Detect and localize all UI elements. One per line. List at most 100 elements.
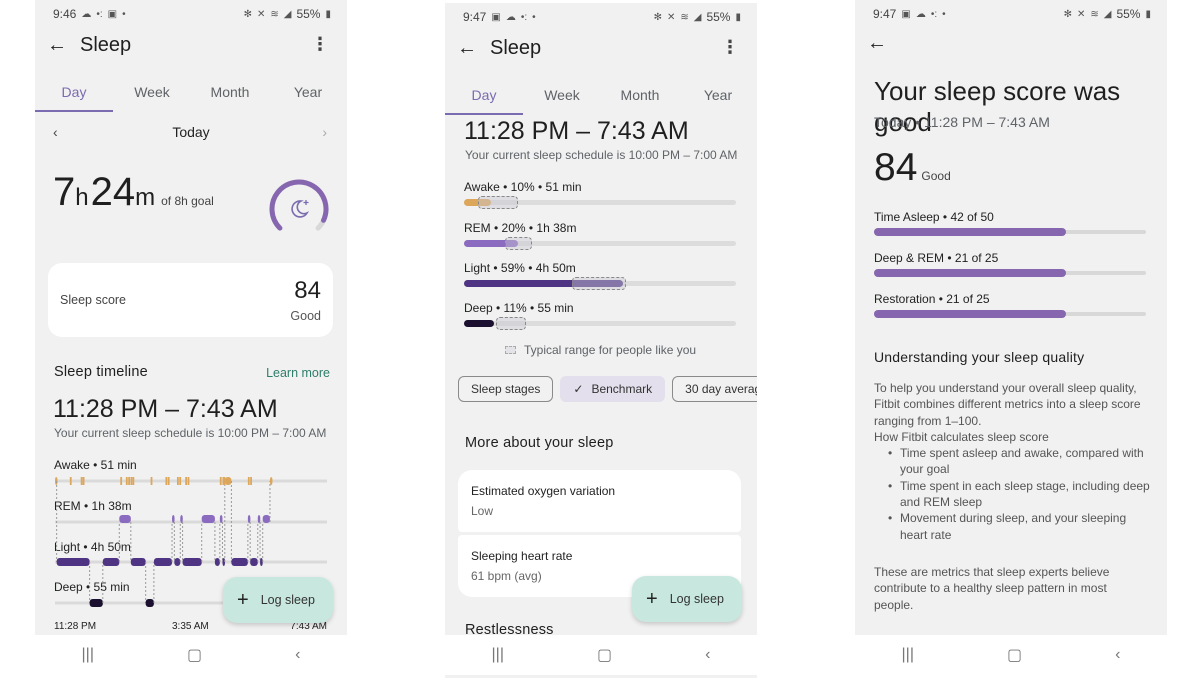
score-component-row: Time Asleep • 42 of 50 (874, 210, 1146, 236)
hours-unit: h (75, 184, 89, 211)
chip-30-day-average[interactable]: 30 day averag (672, 376, 757, 402)
recents-icon[interactable]: ||| (902, 646, 914, 664)
typical-range-legend: Typical range for people like you (505, 343, 696, 357)
recents-icon[interactable]: ||| (492, 646, 504, 664)
hypnogram-awake-tick (125, 477, 128, 485)
metric-value: Low (471, 504, 494, 518)
dots-icon: •: (520, 11, 528, 23)
sleep-benchmark-screen: 9:47 ▣ ☁ •: • ✻ ✕ ≋ ◢ 55% ▮ ← Sleep ⋮ Day Week Mo… (445, 3, 757, 678)
battery-level: 55% (296, 7, 321, 21)
system-nav-bar: ||| ▢ ‹ (35, 635, 347, 675)
more-about-sleep-title: More about your sleep (465, 435, 614, 451)
more-options-icon[interactable]: ⋮ (311, 34, 329, 55)
tab-week[interactable]: Week (113, 76, 191, 112)
hypnogram-segment-awake (269, 477, 273, 485)
learn-more-link[interactable]: Learn more (266, 366, 330, 380)
benchmark-row: Light • 59% • 4h 50m (464, 261, 736, 290)
cloud-icon: ☁ (505, 11, 516, 23)
typical-range-swatch (505, 346, 516, 354)
status-bar: 9:47 ▣ ☁ •: • ✻ ✕ ≋ ◢ 55% ▮ (463, 9, 741, 25)
sleep-score-value: 84 (294, 277, 321, 304)
tab-year[interactable]: Year (679, 79, 757, 115)
typical-range-text: Typical range for people like you (524, 343, 697, 357)
benchmark-label: REM • 20% • 1h 38m (464, 221, 577, 235)
app-title: Sleep (80, 34, 132, 56)
hypnogram-segment-light (174, 558, 181, 566)
log-sleep-label: Log sleep (669, 592, 724, 606)
tab-week[interactable]: Week (523, 79, 601, 115)
metric-name: Sleeping heart rate (471, 549, 573, 563)
benchmark-fill (464, 320, 494, 327)
hypnogram-segment-light (102, 558, 120, 566)
back-icon[interactable]: ‹ (1115, 646, 1120, 664)
tab-year[interactable]: Year (269, 76, 347, 112)
recents-icon[interactable]: ||| (82, 646, 94, 664)
image-icon: ▣ (491, 11, 501, 23)
benchmark-row: Awake • 10% • 51 min (464, 180, 736, 209)
tab-month[interactable]: Month (601, 79, 679, 115)
previous-day-chevron-icon[interactable]: ‹ (53, 124, 58, 140)
minutes-unit: m (135, 184, 156, 211)
signal-icon: ◢ (693, 11, 702, 23)
hypnogram-segment-light (214, 558, 220, 566)
hypnogram-awake-tick (120, 477, 123, 485)
sleep-timeline-title: Sleep timeline (54, 364, 148, 380)
sleep-score: 84 Good (874, 146, 951, 190)
back-icon[interactable]: ‹ (295, 646, 300, 664)
hypnogram-segment-rem (180, 515, 183, 523)
sleep-score-card[interactable]: Sleep score 84 Good (48, 263, 333, 337)
explanation-body: To help you understand your overall slee… (874, 380, 1154, 543)
back-arrow-icon[interactable]: ← (867, 32, 887, 55)
back-arrow-icon[interactable]: ← (457, 37, 477, 60)
typical-range-marker (496, 317, 527, 330)
status-bar: 9:46 ☁ •: ▣ • ✻ ✕ ≋ ◢ 55% ▮ (53, 6, 331, 22)
hypnogram-awake-tick (150, 477, 153, 485)
cloud-icon: ☁ (81, 8, 92, 20)
metric-name: Estimated oxygen variation (471, 484, 616, 498)
hypnogram-segment-rem (201, 515, 215, 523)
view-chips: Sleep stages ✓ Benchmark 30 day averag (458, 376, 757, 402)
benchmark-row: REM • 20% • 1h 38m (464, 221, 736, 250)
explanation-footer: These are metrics that sleep experts bel… (874, 565, 1110, 612)
hypnogram-segment-rem (247, 515, 251, 523)
tab-month[interactable]: Month (191, 76, 269, 112)
oxygen-variation-card[interactable]: Estimated oxygen variation Low (458, 470, 741, 532)
home-icon[interactable]: ▢ (187, 645, 202, 665)
system-nav-bar: ||| ▢ ‹ (855, 635, 1167, 675)
more-options-icon[interactable]: ⋮ (721, 37, 739, 58)
tab-day[interactable]: Day (445, 79, 523, 115)
hypnogram-awake-tick (130, 477, 133, 485)
app-bar: ← Sleep ⋮ (445, 33, 757, 67)
back-icon[interactable]: ‹ (705, 646, 710, 664)
cloud-icon: ☁ (915, 8, 926, 20)
back-arrow-icon[interactable]: ← (47, 34, 67, 57)
check-icon: ✓ (573, 382, 584, 396)
hypnogram-awake-tick (223, 477, 226, 485)
tab-day[interactable]: Day (35, 76, 113, 112)
plus-icon: + (237, 588, 249, 611)
sleep-score-label: Sleep score (60, 293, 127, 307)
home-icon[interactable]: ▢ (597, 645, 612, 665)
wifi-icon: ≋ (1090, 8, 1099, 20)
hypnogram-awake-tick (176, 477, 179, 485)
chip-benchmark[interactable]: ✓ Benchmark (560, 376, 666, 402)
next-day-chevron-icon[interactable]: › (322, 124, 327, 140)
hypnogram-awake-tick (128, 477, 130, 485)
score-component-track (874, 310, 1146, 318)
hypnogram-awake-tick (247, 477, 250, 485)
hypnogram-segment-light (231, 558, 248, 566)
score-component-row: Restoration • 21 of 25 (874, 292, 1146, 318)
home-icon[interactable]: ▢ (1007, 645, 1022, 665)
log-sleep-button[interactable]: + Log sleep (223, 577, 333, 623)
hypnogram-segment-deep (145, 599, 154, 607)
period-tabs: Day Week Month Year (35, 76, 347, 112)
typical-range-marker (504, 237, 532, 250)
hypnogram-segment-rem (119, 515, 131, 523)
dot-icon: • (532, 11, 536, 23)
image-icon: ▣ (107, 8, 118, 20)
chip-sleep-stages[interactable]: Sleep stages (458, 376, 554, 402)
hypnogram-segment-rem (257, 515, 261, 523)
sleep-schedule: Your current sleep schedule is 10:00 PM … (54, 426, 327, 440)
log-sleep-button[interactable]: + Log sleep (632, 576, 742, 622)
score-component-label: Restoration • 21 of 25 (874, 292, 990, 306)
